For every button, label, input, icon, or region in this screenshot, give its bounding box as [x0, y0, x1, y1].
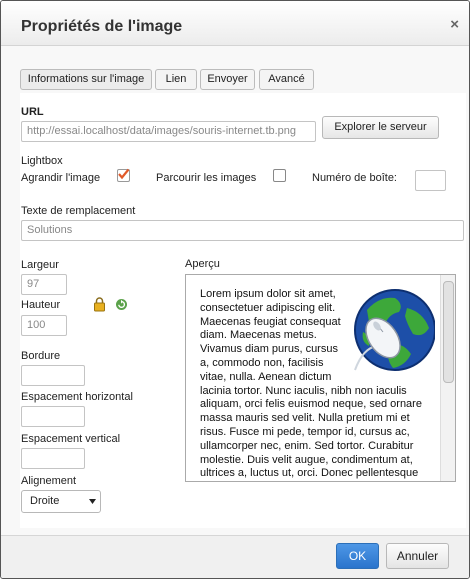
vspace-input[interactable] [21, 448, 85, 469]
alignment-label: Alignement [21, 475, 77, 487]
border-label: Bordure [21, 350, 61, 362]
enlarge-image-label: Agrandir l'image [21, 172, 101, 184]
globe-mouse-image [354, 289, 435, 371]
alt-text-input[interactable]: Solutions [21, 220, 464, 241]
enlarge-image-checkbox[interactable] [117, 168, 130, 182]
browse-images-checkbox[interactable] [273, 169, 286, 182]
chevron-down-icon [89, 499, 96, 504]
browse-images-label: Parcourir les images [156, 172, 257, 184]
box-number-input[interactable] [415, 170, 446, 191]
lightbox-label: Lightbox [21, 155, 63, 167]
preview-content: Lorem ipsum dolor sit amet, consectetuer… [200, 288, 435, 481]
preview-scrollbar-thumb[interactable] [443, 281, 454, 383]
alignment-select[interactable]: Droite [21, 490, 101, 513]
cancel-button[interactable]: Annuler [386, 543, 449, 569]
ok-button[interactable]: OK [336, 543, 379, 569]
image-properties-dialog: Propriétés de l'image × Informations sur… [0, 0, 470, 579]
url-input[interactable]: http://essai.localhost/data/images/souri… [21, 121, 316, 142]
height-input[interactable]: 100 [21, 315, 67, 336]
reset-size-icon[interactable] [115, 298, 128, 311]
vspace-label: Espacement vertical [21, 433, 121, 445]
lock-ratio-icon[interactable] [93, 297, 106, 312]
border-input[interactable] [21, 365, 85, 386]
width-label: Largeur [21, 259, 59, 271]
preview-box[interactable]: Lorem ipsum dolor sit amet, consectetuer… [185, 274, 456, 482]
box-number-label: Numéro de boîte: [312, 172, 397, 184]
dialog-title: Propriétés de l'image [21, 18, 183, 35]
hspace-label: Espacement horizontal [21, 391, 133, 403]
tab-image-info[interactable]: Informations sur l'image [20, 69, 152, 90]
preview-scrollbar[interactable] [440, 275, 455, 481]
hspace-input[interactable] [21, 406, 85, 427]
close-icon[interactable]: × [450, 16, 459, 33]
tab-link[interactable]: Lien [155, 69, 197, 90]
browse-server-button[interactable]: Explorer le serveur [322, 116, 439, 139]
checkmark-icon [118, 168, 130, 180]
tab-upload[interactable]: Envoyer [200, 69, 255, 90]
alignment-selected-value: Droite [30, 495, 60, 507]
preview-label: Aperçu [185, 258, 220, 270]
height-label: Hauteur [21, 299, 61, 311]
alt-text-label: Texte de remplacement [21, 205, 136, 217]
tab-advanced[interactable]: Avancé [259, 69, 314, 90]
width-input[interactable]: 97 [21, 274, 67, 295]
dialog-titlebar[interactable]: Propriétés de l'image × [1, 1, 469, 46]
url-label: URL [21, 106, 44, 118]
